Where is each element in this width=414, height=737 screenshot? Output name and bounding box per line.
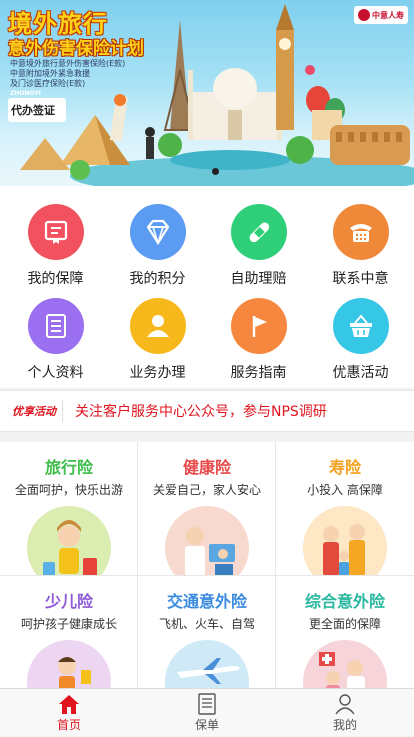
person-icon: [335, 694, 355, 715]
insurance-categories: 旅行险 全面呵护，快乐出游 健康险 关爱自己，家人安心 寿险 小投入 高保障 少…: [0, 442, 414, 690]
insurance-title: 寿险: [328, 458, 361, 477]
insurance-children[interactable]: 少儿险 呵护孩子健康成长: [0, 576, 138, 690]
logo-text: 中意人寿: [372, 10, 404, 20]
grid-item-my-points[interactable]: 我的积分: [106, 204, 209, 288]
family-illustration: [303, 506, 387, 575]
tab-mine[interactable]: 我的: [276, 689, 414, 737]
tab-label: 我的: [332, 718, 357, 732]
grid-item-business[interactable]: 业务办理: [106, 298, 209, 382]
tab-policy[interactable]: 保单: [138, 689, 276, 737]
insurance-title: 少儿险: [44, 592, 93, 611]
company-logo: 中意人寿: [354, 6, 408, 24]
grid-label: 自助理赔: [230, 271, 287, 287]
user-icon: [129, 298, 186, 354]
grid-label: 服务指南: [230, 365, 287, 381]
grid-label: 我的保障: [27, 271, 84, 287]
grid-item-guide[interactable]: 服务指南: [207, 298, 310, 382]
insurance-desc: 呵护孩子健康成长: [20, 617, 117, 631]
insurance-title: 交通意外险: [166, 592, 247, 611]
insurance-desc: 全面呵护，快乐出游: [14, 483, 123, 497]
service-grid: 我的保障 我的积分 自助理赔 联系中意 个人资料 业务办理 服务指南 优惠活动: [0, 186, 414, 388]
notice-divider: [62, 400, 63, 422]
visa-label: 代办签证: [11, 104, 55, 117]
policy-card-icon: [27, 204, 84, 260]
banner-line-3: 及门诊医疗保险(E款): [10, 79, 86, 88]
visa-small-text: ZHONGYI: [10, 90, 41, 97]
flag-icon: [230, 298, 287, 354]
diamond-icon: [129, 204, 186, 260]
airplane-illustration: [165, 640, 249, 690]
grid-label: 我的积分: [129, 271, 186, 287]
medical-team-illustration: [303, 640, 387, 690]
profile-list-icon: [27, 298, 84, 354]
document-icon: [198, 693, 216, 715]
notice-text[interactable]: 关注客户服务中心公众号，参与NPS调研: [75, 401, 327, 421]
insurance-life[interactable]: 寿险 小投入 高保障: [276, 442, 414, 575]
grid-label: 个人资料: [27, 365, 84, 381]
grid-label: 优惠活动: [332, 365, 389, 381]
insurance-health[interactable]: 健康险 关爱自己，家人安心: [138, 442, 276, 575]
grid-item-self-claim[interactable]: 自助理赔: [207, 204, 310, 288]
notice-bar[interactable]: 优享活动 关注客户服务中心公众号，参与NPS调研: [0, 390, 414, 432]
grid-item-my-coverage[interactable]: 我的保障: [4, 204, 107, 288]
visa-service-badge[interactable]: ZHONGYI 代办签证: [8, 90, 66, 122]
insurance-comprehensive[interactable]: 综合意外险 更全面的保障: [276, 576, 414, 690]
grid-item-promotions[interactable]: 优惠活动: [309, 298, 412, 382]
tab-label: 首页: [56, 718, 81, 732]
traveler-illustration: [27, 506, 111, 575]
promo-banner[interactable]: 境外旅行 意外伤害保险计划 中意境外旅行意外伤害保险(E款) 中意附加境外紧急救…: [0, 0, 414, 186]
grid-label: 业务办理: [129, 365, 186, 381]
insurance-desc: 小投入 高保障: [307, 483, 383, 497]
telephone-icon: [332, 204, 389, 260]
bandage-icon: [230, 204, 287, 260]
insurance-title: 旅行险: [44, 458, 93, 477]
logo-mark-icon: [358, 9, 370, 21]
activity-badge: 优享活动: [12, 405, 56, 418]
insurance-desc: 更全面的保障: [308, 617, 381, 631]
grid-label: 联系中意: [332, 271, 389, 287]
insurance-travel[interactable]: 旅行险 全面呵护，快乐出游: [0, 442, 138, 575]
tab-label: 保单: [194, 718, 219, 732]
home-icon: [59, 695, 79, 714]
grid-item-profile[interactable]: 个人资料: [4, 298, 107, 382]
insurance-title: 综合意外险: [304, 592, 385, 611]
insurance-desc: 关爱自己，家人安心: [152, 483, 261, 497]
insurance-title: 健康险: [182, 458, 231, 477]
grid-item-contact[interactable]: 联系中意: [309, 204, 412, 288]
doctor-illustration: [165, 506, 249, 575]
insurance-desc: 飞机、火车、自驾: [158, 617, 255, 631]
bottom-tab-bar: 首页 保单 我的: [0, 688, 414, 736]
child-illustration: [27, 640, 111, 690]
insurance-traffic[interactable]: 交通意外险 飞机、火车、自驾: [138, 576, 276, 690]
basket-icon: [332, 298, 389, 354]
banner-subtitle: 意外伤害保险计划: [8, 39, 144, 59]
tab-home[interactable]: 首页: [0, 689, 138, 737]
carousel-indicator[interactable]: [212, 168, 219, 175]
